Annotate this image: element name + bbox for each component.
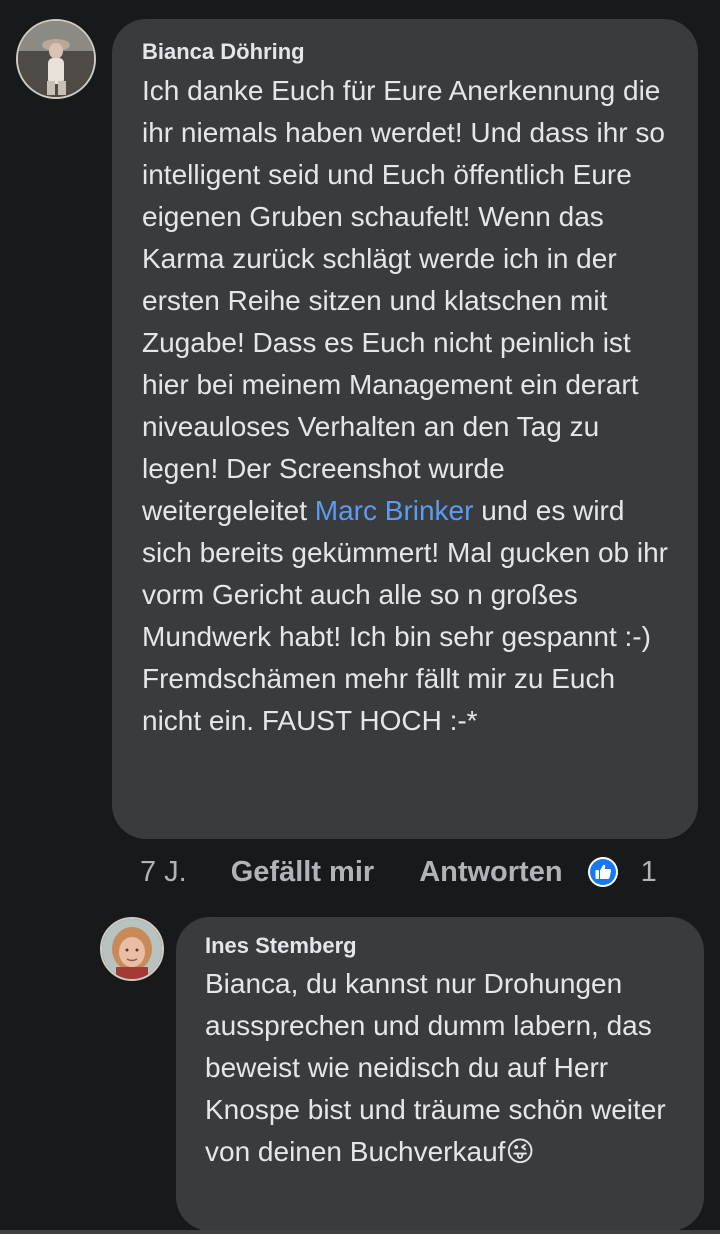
bottom-divider xyxy=(0,1230,720,1234)
comment-text: Ich danke Euch für Eure Anerkennung die … xyxy=(142,70,674,742)
avatar-photo xyxy=(18,21,94,97)
reply-button[interactable]: Antworten xyxy=(419,856,562,889)
comment-timestamp[interactable]: 7 J. xyxy=(140,856,187,889)
comment-actions: 7 J. Gefällt mir Antworten 1 xyxy=(140,850,657,894)
comment-text-part: und es wird sich bereits gekümmert! Mal … xyxy=(142,495,668,736)
reply-avatar[interactable] xyxy=(100,917,164,981)
reply-text: Bianca, du kannst nur Drohungen aussprec… xyxy=(205,963,684,1173)
like-button[interactable]: Gefällt mir xyxy=(231,856,374,889)
avatar[interactable] xyxy=(16,19,96,99)
comment-author[interactable]: Bianca Döhring xyxy=(142,37,674,67)
reaction-count[interactable]: 1 xyxy=(641,856,657,889)
reply-text-body: Bianca, du kannst nur Drohungen aussprec… xyxy=(205,968,666,1167)
like-icon[interactable] xyxy=(587,856,619,888)
mention-link[interactable]: Marc Brinker xyxy=(315,495,474,526)
winking-tongue-emoji: 😜 xyxy=(505,1136,535,1167)
reply-avatar-photo xyxy=(102,919,162,979)
reply-bubble: Ines Stemberg Bianca, du kannst nur Droh… xyxy=(176,917,704,1231)
comment-thread: Bianca Döhring Ich danke Euch für Eure A… xyxy=(0,0,720,1234)
comment-text-part: Ich danke Euch für Eure Anerkennung die … xyxy=(142,75,665,526)
reply-author[interactable]: Ines Stemberg xyxy=(205,931,684,961)
comment-bubble: Bianca Döhring Ich danke Euch für Eure A… xyxy=(112,19,698,839)
